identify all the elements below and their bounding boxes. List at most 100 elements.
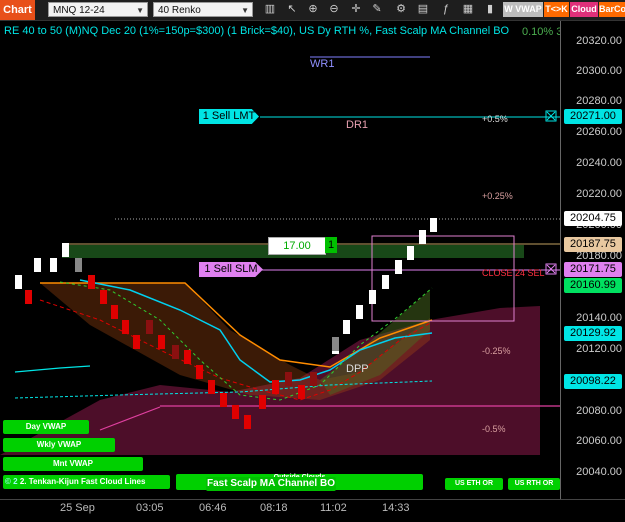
down-brick [25,290,32,304]
zoom-out-icon[interactable]: ⊖ [328,3,340,16]
time-label: 08:18 [260,502,288,514]
close-order-icon [545,110,557,122]
properties-icon[interactable]: ⚙ [395,3,407,16]
chart-trader-icon[interactable]: ▮ [484,3,496,16]
up-brick [62,243,69,257]
down-brick [111,305,118,319]
price-tick: 20060.00 [576,435,622,447]
close-stop-icon [545,263,557,275]
sell-limit-order[interactable]: 1 Sell LMT [199,109,259,124]
down-brick [298,385,305,399]
up-brick [419,230,426,244]
chart-tab[interactable]: Chart [0,0,35,20]
instrument-label: MNQ 12-24 [53,5,105,16]
up-brick [407,246,414,260]
wvwap-toggle[interactable]: W VWAP [503,2,543,17]
us-eth-or-button[interactable]: US ETH OR [445,478,503,490]
up-brick [382,275,389,289]
instrument-selector[interactable]: MNQ 12-24 ▼ [48,2,148,17]
time-label: 11:02 [320,502,347,514]
crosshair-icon[interactable]: ✛ [350,3,362,16]
down-brick [310,372,317,386]
sell-stop-order[interactable]: 1 Sell SLM [199,262,263,277]
down-brick [220,393,227,407]
wr1-label: WR1 [310,58,335,70]
pct-minus-025: -0.25% [482,346,511,356]
dr1-label: DR1 [346,119,369,131]
down-brick [100,290,107,304]
up-brick [430,218,437,232]
price-marker: 20171.75 [564,262,622,277]
weekly-vwap-button[interactable]: Wkly VWAP [3,438,115,452]
barco-toggle[interactable]: BarCo [599,2,625,17]
pct-plus-05: +0.5% [482,114,508,124]
strategy-icon[interactable]: ▤ [417,3,429,16]
up-brick [34,258,41,272]
price-tick: 20280.00 [576,95,622,107]
chevron-down-icon: ▼ [241,6,249,15]
down-brick [232,405,239,419]
dpp-label: DPP [346,363,369,375]
down-brick [158,335,165,349]
down-brick [244,415,251,429]
tenkan-kijun-label: 2. Tenkan-Kijun Fast Cloud Lines [19,477,146,486]
up-brick [50,258,57,272]
drawing-tools-icon[interactable]: ✎ [371,3,383,16]
neutral-brick [75,258,82,272]
neutral-brick [332,337,339,351]
up-brick [15,275,22,289]
price-marker: 20129.92 [564,326,622,341]
up-brick [356,305,363,319]
tenkan-kijun-button[interactable]: © 2 2. Tenkan-Kijun Fast Cloud Lines [3,475,170,489]
copyright-text: © 2 [5,477,18,486]
price-tick: 20140.00 [576,312,622,324]
time-label: 06:46 [199,502,227,514]
indicators-icon[interactable]: ƒ [440,3,452,16]
down-brick [208,380,215,394]
price-tick: 20040.00 [576,466,622,478]
us-rth-or-button[interactable]: US RTH OR [508,478,560,490]
tk-toggle[interactable]: T<>K [544,2,569,17]
price-tick: 20080.00 [576,405,622,417]
price-axis[interactable]: 20320.00 20300.00 20280.00 20260.00 20240.00… [560,21,625,499]
price-tick: 20320.00 [576,35,622,47]
bar-type-selector[interactable]: 40 Renko ▼ [153,2,253,17]
down-brick [172,345,179,359]
close-order-tag: CLOSE 24 SEL [482,268,545,278]
price-marker: 20271.00 [564,109,622,124]
down-brick [272,380,279,394]
down-brick [88,275,95,289]
price-tick: 20120.00 [576,343,622,355]
cyan-short-line [14,365,91,373]
pct-plus-025: +0.25% [482,191,513,201]
current-price-marker: 20204.75 [564,211,622,226]
bar-type-label: 40 Renko [158,5,201,16]
price-tick: 20260.00 [576,126,622,138]
down-brick [184,350,191,364]
position-pnl[interactable]: 17.00 [268,237,326,255]
day-vwap-button[interactable]: Day VWAP [3,420,89,434]
pct-minus-05: -0.5% [482,424,506,434]
data-box-icon[interactable]: ▦ [462,3,474,16]
monthly-vwap-button[interactable]: Mnt VWAP [3,457,143,471]
up-brick [369,290,376,304]
cursor-icon[interactable]: ↖ [286,3,298,16]
cloud-toggle[interactable]: Cloud [570,2,598,17]
time-label: 25 Sep [60,502,95,514]
position-quantity[interactable]: 1 [325,237,337,253]
down-brick [259,395,266,409]
down-brick [122,320,129,334]
down-brick [285,372,292,386]
price-marker: 20160.99 [564,278,622,293]
price-marker: 20098.22 [564,374,622,389]
bars-icon[interactable]: ▥ [264,3,276,16]
up-brick [343,320,350,334]
zoom-in-icon[interactable]: ⊕ [307,3,319,16]
down-brick [196,365,203,379]
down-brick [146,320,153,334]
fast-scalp-label[interactable]: Fast Scalp MA Channel BO [206,477,336,491]
down-brick [133,335,140,349]
price-tick: 20240.00 [576,157,622,169]
chevron-down-icon: ▼ [136,6,144,15]
chart-toolbar: Chart MNQ 12-24 ▼ 40 Renko ▼ ▥ ↖ ⊕ ⊖ ✛ ✎… [0,0,625,21]
